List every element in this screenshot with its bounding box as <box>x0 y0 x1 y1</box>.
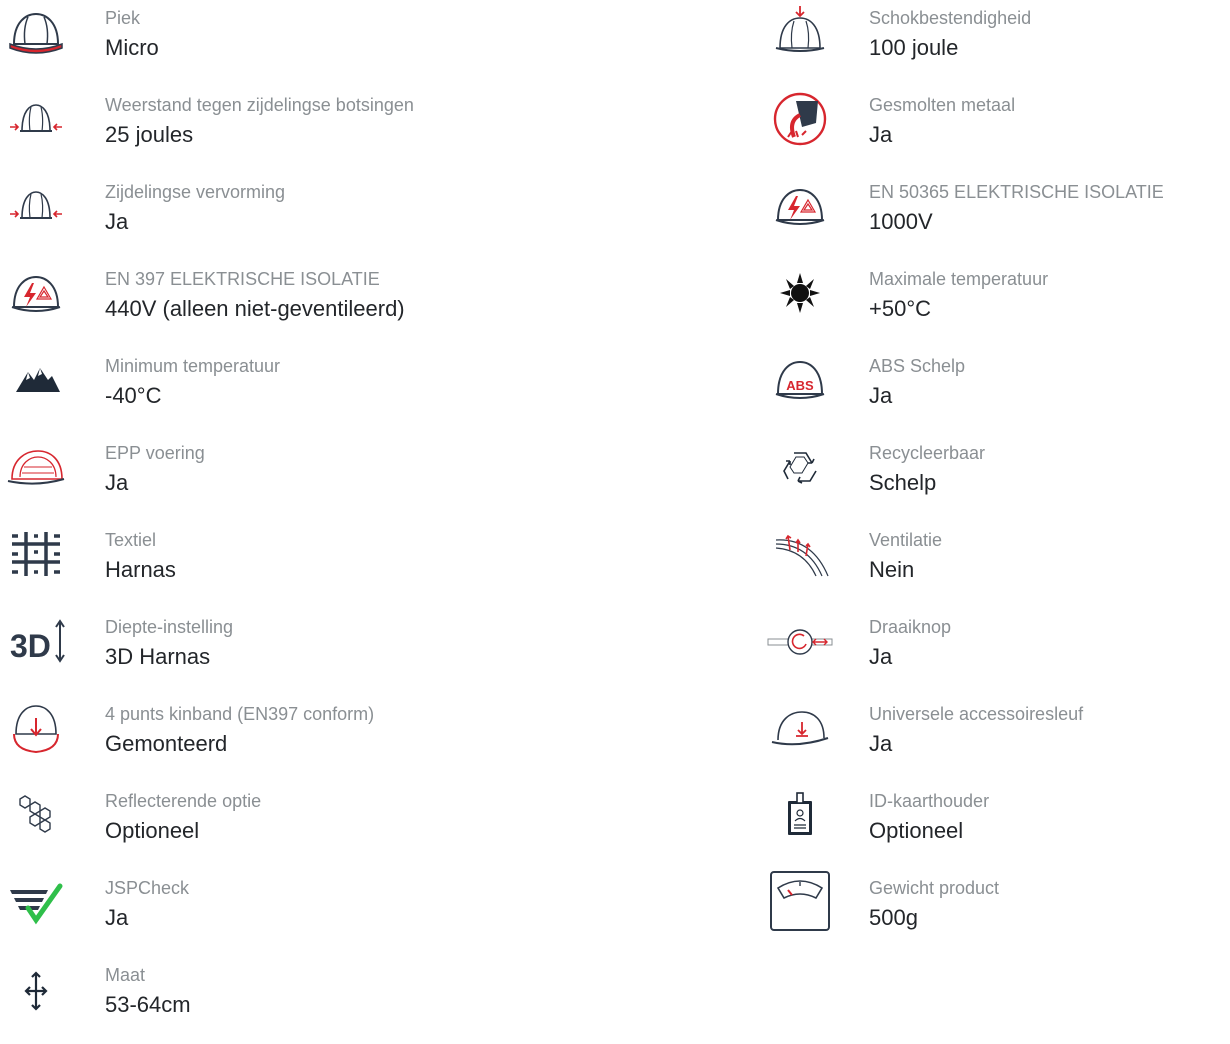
electrical-insulation-icon <box>764 178 836 234</box>
shock-resistance-icon <box>764 4 836 60</box>
spec-label: Minimum temperatuur <box>105 356 281 376</box>
mountains-cold-icon <box>0 352 72 408</box>
ventilation-icon <box>764 526 836 582</box>
spec-label: Piek <box>105 8 141 28</box>
spec-item: 4 punts kinband (EN397 conform) Gemontee… <box>0 696 680 783</box>
spec-value: Schelp <box>869 470 937 495</box>
sun-heat-icon <box>764 265 836 321</box>
chinstrap-icon <box>0 700 72 756</box>
spec-item: Schokbestendigheid 100 joule <box>764 0 1230 87</box>
spec-value: Harnas <box>105 557 176 582</box>
spec-label: Maximale temperatuur <box>869 269 1049 289</box>
spec-label: JSPCheck <box>105 878 190 898</box>
spec-label: Draaiknop <box>869 617 952 637</box>
spec-label: 4 punts kinband (EN397 conform) <box>105 704 375 724</box>
spec-label: Weerstand tegen zijdelingse botsingen <box>105 95 414 115</box>
size-arrows-icon <box>0 961 72 1017</box>
molten-metal-icon <box>764 91 836 147</box>
spec-label: Gesmolten metaal <box>869 95 1016 115</box>
spec-value: 1000V <box>869 209 933 234</box>
spec-item: Piek Micro <box>0 0 680 87</box>
spec-column-right: Schokbestendigheid 100 joule Gesmolten m… <box>764 0 1230 957</box>
spec-label: EN 397 ELEKTRISCHE ISOLATIE <box>105 269 380 289</box>
jspcheck-icon <box>0 874 72 930</box>
spec-item: EN 50365 ELEKTRISCHE ISOLATIE 1000V <box>764 174 1230 261</box>
spec-value: Ja <box>869 122 893 147</box>
abs-shell-icon: ABS <box>764 352 836 408</box>
recycle-icon <box>764 439 836 495</box>
spec-item: Zijdelingse vervorming Ja <box>0 174 680 261</box>
spec-label: Maat <box>105 965 146 985</box>
spec-item: Maximale temperatuur +50°C <box>764 261 1230 348</box>
spec-item: JSPCheck Ja <box>0 870 680 957</box>
spec-value: Ja <box>869 644 893 669</box>
textile-grid-icon <box>0 526 72 582</box>
weight-scale-icon <box>764 871 836 931</box>
spec-item: Recycleerbaar Schelp <box>764 435 1230 522</box>
lateral-deformation-icon <box>0 178 72 234</box>
spec-item: ID-kaarthouder Optioneel <box>764 783 1230 870</box>
spec-value: 25 joules <box>105 122 194 147</box>
spec-column-left: Piek Micro Weerstand tegen zijdelingse b… <box>0 0 680 1044</box>
spec-value: 100 joule <box>869 35 959 60</box>
spec-value: 440V (alleen niet-geventileerd) <box>105 296 405 321</box>
side-impact-icon <box>0 91 72 147</box>
spec-value: Ja <box>105 209 129 234</box>
spec-item: Weerstand tegen zijdelingse botsingen 25… <box>0 87 680 174</box>
spec-label: ID-kaarthouder <box>869 791 990 811</box>
spec-label: Textiel <box>105 530 157 550</box>
spec-value: Optioneel <box>869 818 964 843</box>
spec-value: Ja <box>105 470 129 495</box>
spec-item: Draaiknop Ja <box>764 609 1230 696</box>
spec-item: EN 397 ELEKTRISCHE ISOLATIE 440V (alleen… <box>0 261 680 348</box>
spec-label: Schokbestendigheid <box>869 8 1032 28</box>
spec-value: Ja <box>105 905 129 930</box>
electrical-insulation-icon <box>0 265 72 321</box>
spec-item: 3D Diepte-instelling 3D Harnas <box>0 609 680 696</box>
spec-item: Ventilatie Nein <box>764 522 1230 609</box>
abs-badge-text: ABS <box>786 378 814 393</box>
depth-3d-icon: 3D <box>0 613 72 669</box>
spec-item: Textiel Harnas <box>0 522 680 609</box>
spec-value: Optioneel <box>105 818 200 843</box>
reflective-hex-icon <box>0 787 72 843</box>
spec-label: Reflecterende optie <box>105 791 262 811</box>
spec-label: ABS Schelp <box>869 356 966 376</box>
spec-item: Maat 53-64cm <box>0 957 680 1044</box>
spec-item: Gesmolten metaal Ja <box>764 87 1230 174</box>
spec-item: Universele accessoiresleuf Ja <box>764 696 1230 783</box>
spec-label: Ventilatie <box>869 530 943 550</box>
spec-value: Gemonteerd <box>105 731 228 756</box>
svg-text:3D: 3D <box>10 628 51 664</box>
id-card-holder-icon <box>764 787 836 843</box>
spec-item: Gewicht product 500g <box>764 870 1230 957</box>
spec-value: Ja <box>869 383 893 408</box>
spec-label: Recycleerbaar <box>869 443 986 463</box>
spec-value: Ja <box>869 731 893 756</box>
dial-knob-icon <box>764 613 836 669</box>
spec-value: -40°C <box>105 383 162 408</box>
helmet-peak-icon <box>0 4 72 60</box>
spec-item: Minimum temperatuur -40°C <box>0 348 680 435</box>
spec-label: EN 50365 ELEKTRISCHE ISOLATIE <box>869 182 1164 202</box>
spec-label: Diepte-instelling <box>105 617 234 637</box>
epp-liner-icon <box>0 439 72 495</box>
spec-item: EPP voering Ja <box>0 435 680 522</box>
spec-label: EPP voering <box>105 443 205 463</box>
spec-value: Nein <box>869 557 915 582</box>
spec-label: Gewicht product <box>869 878 1000 898</box>
spec-value: 53-64cm <box>105 992 191 1017</box>
spec-value: Micro <box>105 35 159 60</box>
spec-item: Reflecterende optie Optioneel <box>0 783 680 870</box>
spec-label: Zijdelingse vervorming <box>105 182 286 202</box>
spec-value: 3D Harnas <box>105 644 211 669</box>
spec-value: +50°C <box>869 296 932 321</box>
spec-value: 500g <box>869 905 918 930</box>
spec-item: ABS ABS Schelp Ja <box>764 348 1230 435</box>
accessory-slot-icon <box>764 700 836 756</box>
spec-label: Universele accessoiresleuf <box>869 704 1084 724</box>
